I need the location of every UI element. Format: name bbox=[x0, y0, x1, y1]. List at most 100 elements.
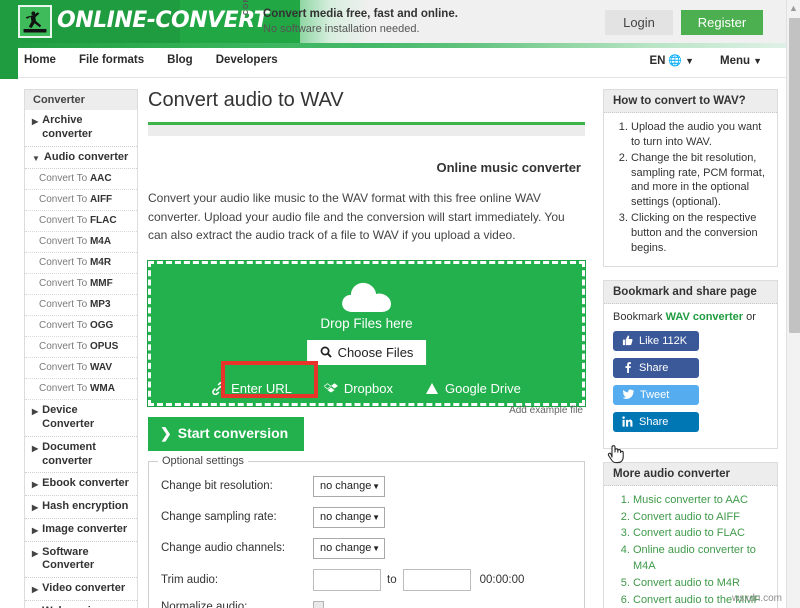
how-to-step: Upload the audio you want to turn into W… bbox=[631, 120, 768, 150]
sidebar-group-label: Video converter bbox=[42, 582, 126, 594]
list-item[interactable]: Convert audio to AIFF bbox=[633, 510, 768, 526]
sidebar-item-ogg[interactable]: Convert To OGG bbox=[25, 316, 137, 338]
nav-item-blog[interactable]: Blog bbox=[167, 54, 193, 66]
sampling-rate-value: no change bbox=[320, 511, 372, 524]
sub-prefix: Convert To bbox=[39, 320, 90, 332]
sidebar-group-software[interactable]: ▶ Software Converter bbox=[25, 542, 137, 578]
converter-link[interactable]: Convert audio to AIFF bbox=[633, 511, 740, 523]
dropbox-button[interactable]: Dropbox bbox=[318, 378, 399, 399]
right-sidebar: How to convert to WAV? Upload the audio … bbox=[603, 89, 778, 608]
more-audio-converter-title: More audio converter bbox=[604, 462, 777, 486]
choose-files-button[interactable]: Choose Files bbox=[306, 339, 427, 365]
main-nav: Home File formats Blog Developers EN 🌐 ▼… bbox=[18, 48, 786, 78]
file-dropzone[interactable]: Drop Files here Choose Files Enter URL D… bbox=[147, 259, 586, 407]
list-item[interactable]: Convert audio to FLAC bbox=[633, 526, 768, 542]
nav-item-home[interactable]: Home bbox=[24, 54, 56, 66]
converter-link[interactable]: Convert audio to M4R bbox=[633, 577, 740, 589]
sidebar-group-ebook[interactable]: ▶ Ebook converter bbox=[25, 473, 137, 496]
tweet-label: Tweet bbox=[640, 388, 670, 401]
logo-icon[interactable] bbox=[18, 5, 52, 38]
sidebar-group-webservice[interactable]: ▶ Webservice converter bbox=[25, 601, 137, 608]
chevron-down-icon: ▼ bbox=[372, 481, 380, 491]
register-button[interactable]: Register bbox=[681, 10, 763, 35]
linkedin-share-button[interactable]: Share bbox=[613, 411, 699, 432]
enter-url-button[interactable]: Enter URL bbox=[206, 378, 298, 399]
nav-item-file-formats[interactable]: File formats bbox=[79, 54, 144, 66]
sampling-rate-select[interactable]: no change ▼ bbox=[313, 506, 385, 528]
bit-resolution-select[interactable]: no change ▼ bbox=[313, 475, 385, 497]
trim-from-input[interactable] bbox=[313, 568, 381, 591]
search-icon bbox=[320, 346, 332, 358]
watermark-text: wsxdn.com bbox=[731, 593, 782, 604]
more-audio-converter-card: More audio converter Music converter to … bbox=[603, 461, 778, 608]
sidebar-item-m4a[interactable]: Convert To M4A bbox=[25, 232, 137, 254]
list-item[interactable]: Convert audio to M4R bbox=[633, 576, 768, 592]
google-drive-button[interactable]: Google Drive bbox=[419, 378, 527, 399]
converter-link[interactable]: Online audio converter to M4A bbox=[633, 544, 756, 572]
sidebar-group-image[interactable]: ▶ Image converter bbox=[25, 519, 137, 542]
sub-prefix: Convert To bbox=[39, 257, 90, 269]
login-button[interactable]: Login bbox=[605, 10, 673, 35]
sidebar-group-label: Hash encryption bbox=[42, 500, 129, 512]
add-example-file-link[interactable]: Add example file bbox=[509, 405, 583, 416]
sidebar-item-mp3[interactable]: Convert To MP3 bbox=[25, 295, 137, 317]
sidebar-group-audio[interactable]: ▼ Audio converter bbox=[25, 147, 137, 170]
chevron-right-icon: ▶ bbox=[32, 407, 39, 417]
how-to-body: Upload the audio you want to turn into W… bbox=[604, 113, 777, 266]
sidebar-group-archive[interactable]: ▶ Archive converter bbox=[25, 110, 137, 147]
facebook-like-button[interactable]: Like 112K bbox=[613, 330, 699, 351]
bit-resolution-value: no change bbox=[320, 480, 372, 493]
scroll-up-arrow-icon[interactable]: ▲ bbox=[789, 3, 798, 13]
sidebar-item-flac[interactable]: Convert To FLAC bbox=[25, 211, 137, 233]
tagline-primary: Convert media free, fast and online. bbox=[263, 8, 458, 20]
sub-format: OPUS bbox=[89, 341, 119, 353]
vertical-scrollbar[interactable]: ▲ bbox=[786, 0, 800, 608]
sub-format: M4A bbox=[89, 236, 112, 248]
sidebar-group-hash[interactable]: ▶ Hash encryption bbox=[25, 496, 137, 519]
bit-resolution-label: Change bit resolution: bbox=[161, 480, 273, 493]
sidebar-item-wma[interactable]: Convert To WMA bbox=[25, 379, 137, 401]
audio-channels-select[interactable]: no change ▼ bbox=[313, 537, 385, 559]
twitter-tweet-button[interactable]: Tweet bbox=[613, 384, 699, 405]
scrollbar-thumb[interactable] bbox=[789, 18, 800, 333]
facebook-share-button[interactable]: Share bbox=[613, 357, 699, 378]
sub-prefix: Convert To bbox=[39, 362, 90, 374]
sub-prefix: Convert To bbox=[39, 383, 90, 395]
nav-item-developers[interactable]: Developers bbox=[216, 54, 278, 66]
sub-prefix: Convert To bbox=[39, 341, 90, 353]
sidebar-item-m4r[interactable]: Convert To M4R bbox=[25, 253, 137, 275]
chevron-down-icon: ▼ bbox=[372, 543, 380, 553]
sidebar-group-device[interactable]: ▶ Device Converter bbox=[25, 400, 137, 437]
facebook-icon bbox=[625, 362, 631, 374]
sidebar-item-aac[interactable]: Convert To AAC bbox=[25, 169, 137, 191]
sidebar-item-aiff[interactable]: Convert To AIFF bbox=[25, 190, 137, 212]
title-underbar bbox=[148, 125, 585, 136]
start-conversion-label: Start conversion bbox=[177, 425, 289, 442]
menu-button[interactable]: Menu ▼ bbox=[720, 55, 762, 67]
sidebar-item-mmf[interactable]: Convert To MMF bbox=[25, 274, 137, 296]
google-drive-label: Google Drive bbox=[444, 380, 521, 396]
start-conversion-button[interactable]: ❯ Start conversion bbox=[148, 416, 305, 451]
audio-channels-label: Change audio channels: bbox=[161, 542, 286, 555]
more-audio-converter-body: Music converter to AAC Convert audio to … bbox=[604, 486, 777, 608]
sidebar-group-document[interactable]: ▶ Document converter bbox=[25, 437, 137, 474]
trim-to-label: to bbox=[387, 573, 397, 586]
converter-link[interactable]: Music converter to AAC bbox=[633, 494, 748, 506]
language-selector[interactable]: EN 🌐 ▼ bbox=[649, 54, 694, 68]
link-icon bbox=[212, 381, 225, 395]
how-to-title: How to convert to WAV? bbox=[604, 90, 777, 113]
list-item[interactable]: Music converter to AAC bbox=[633, 493, 768, 509]
normalize-audio-checkbox[interactable] bbox=[313, 601, 324, 608]
source-options-row: Enter URL Dropbox Google Drive bbox=[151, 378, 582, 399]
list-item[interactable]: Online audio converter to M4A bbox=[633, 543, 768, 575]
sidebar-item-opus[interactable]: Convert To OPUS bbox=[25, 337, 137, 359]
converter-link[interactable]: Convert audio to FLAC bbox=[633, 527, 745, 539]
chevron-right-icon: ▶ bbox=[32, 585, 39, 594]
sidebar-item-wav[interactable]: Convert To WAV bbox=[25, 358, 137, 380]
sidebar-group-video[interactable]: ▶ Video converter bbox=[25, 578, 137, 601]
trim-to-input[interactable] bbox=[402, 568, 471, 591]
wav-converter-link[interactable]: WAV converter bbox=[666, 311, 743, 323]
chevron-right-icon: ▶ bbox=[32, 117, 39, 126]
nav-right-group: EN 🌐 ▼ Menu ▼ bbox=[649, 54, 762, 68]
globe-icon: 🌐 bbox=[668, 55, 683, 67]
